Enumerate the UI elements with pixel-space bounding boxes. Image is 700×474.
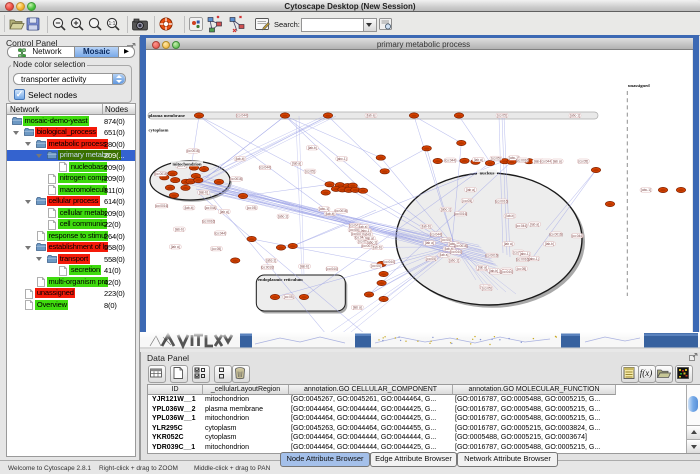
svg-text:[abc-1]: [abc-1] [529, 257, 539, 261]
svg-text:[co:05]: [co:05] [462, 199, 472, 203]
svg-text:[abc-1]: [abc-1] [570, 114, 580, 118]
svg-text:[co:05]: [co:05] [497, 114, 507, 118]
svg-text:[co:044]: [co:044] [572, 234, 583, 238]
svg-text:[lab-b]: [lab-b] [175, 227, 184, 231]
svg-text:[lab-b]: [lab-b] [199, 191, 208, 195]
svg-text:[lab-b]: [lab-b] [489, 269, 498, 273]
svg-text:cytoplasm: cytoplasm [149, 128, 169, 133]
svg-text:[lab a]: [lab a] [367, 114, 376, 118]
svg-text:[lab-b]: [lab-b] [185, 206, 194, 210]
svg-text:[lab-b]: [lab-b] [373, 246, 382, 250]
svg-text:nucleus: nucleus [480, 170, 495, 175]
svg-text:[co:0016]: [co:0016] [495, 199, 508, 203]
svg-text:plasma membrane: plasma membrane [149, 113, 185, 118]
svg-text:[co:0016]: [co:0016] [516, 258, 529, 262]
svg-text:[co:044]: [co:044] [541, 159, 552, 163]
svg-text:[abc-1]: [abc-1] [641, 188, 651, 192]
svg-text:[lab-b]: [lab-b] [505, 214, 514, 218]
svg-text:[abc-1]: [abc-1] [266, 259, 276, 263]
svg-text:[abc-1]: [abc-1] [441, 208, 451, 212]
svg-text:[lab a]: [lab a] [440, 253, 449, 257]
svg-text:[lab a]: [lab a] [425, 241, 434, 245]
svg-text:[lab-b]: [lab-b] [545, 242, 554, 246]
svg-text:[co:05]: [co:05] [482, 287, 492, 291]
svg-text:[co:0016]: [co:0016] [516, 158, 529, 162]
svg-text:f(x): f(x) [640, 368, 653, 378]
svg-text:[lab a]: [lab a] [353, 306, 362, 310]
svg-text:[abc-1]: [abc-1] [337, 157, 347, 161]
svg-text:[lab-b]: [lab-b] [308, 146, 317, 150]
svg-text:[co:044]: [co:044] [445, 158, 456, 162]
svg-text:[abc-1]: [abc-1] [319, 207, 329, 211]
svg-text:[co:05]: [co:05] [579, 159, 589, 163]
svg-text:[co:044]: [co:044] [236, 114, 247, 118]
svg-text:[lab-b]: [lab-b] [326, 212, 335, 216]
svg-text:[lab a]: [lab a] [474, 158, 483, 162]
svg-text:1:1: 1:1 [109, 21, 116, 27]
svg-text:[lab a]: [lab a] [530, 222, 539, 226]
svg-text:[co:05]: [co:05] [491, 157, 501, 161]
svg-text:[co:0016]: [co:0016] [154, 172, 167, 176]
svg-text:[co:0016]: [co:0016] [454, 212, 467, 216]
svg-text:[co:0016]: [co:0016] [186, 149, 199, 153]
svg-text:[lab a]: [lab a] [220, 210, 229, 214]
svg-text:[co:0016]: [co:0016] [261, 265, 274, 269]
svg-text:[co:044]: [co:044] [259, 166, 270, 170]
svg-text:[lab a]: [lab a] [292, 162, 301, 166]
svg-text:[abc-1]: [abc-1] [278, 215, 288, 219]
svg-text:[co:044]: [co:044] [516, 224, 527, 228]
svg-text:unassigned: unassigned [628, 83, 650, 88]
svg-text:endoplasmic reticulum: endoplasmic reticulum [258, 277, 303, 282]
svg-text:[lab-b]: [lab-b] [236, 157, 245, 161]
svg-text:[lab a]: [lab a] [504, 242, 513, 246]
svg-text:mitochondrion: mitochondrion [172, 161, 202, 166]
svg-text:[co:0016]: [co:0016] [454, 244, 467, 248]
svg-text:[co:05]: [co:05] [426, 257, 436, 261]
svg-text:[co:05]: [co:05] [284, 295, 294, 299]
svg-text:[co:05]: [co:05] [305, 170, 315, 174]
svg-text:[co:05]: [co:05] [517, 267, 527, 271]
svg-text:[co:0016]: [co:0016] [334, 209, 347, 213]
svg-text:[co:05]: [co:05] [212, 247, 222, 251]
svg-text:[co:05]: [co:05] [371, 264, 381, 268]
svg-text:[co:0016]: [co:0016] [229, 177, 242, 181]
svg-text:[lab a]: [lab a] [466, 188, 475, 192]
svg-text:[lab-b]: [lab-b] [422, 225, 431, 229]
svg-text:[co:044]: [co:044] [215, 231, 226, 235]
svg-text:[co:044]: [co:044] [205, 206, 216, 210]
svg-text:[co:05]: [co:05] [247, 206, 257, 210]
svg-text:[lab a]: [lab a] [553, 159, 562, 163]
svg-text:[co:044]: [co:044] [326, 267, 337, 271]
svg-text:[co:044]: [co:044] [501, 270, 512, 274]
svg-text:[lab a]: [lab a] [478, 266, 487, 270]
svg-text:[co:0016]: [co:0016] [202, 220, 215, 224]
svg-text:[co:0016]: [co:0016] [485, 254, 498, 258]
svg-text:[abc-1]: [abc-1] [520, 252, 530, 256]
svg-text:[abc-1]: [abc-1] [449, 259, 459, 263]
svg-text:[lab-b]: [lab-b] [300, 265, 309, 269]
svg-text:[co:044]: [co:044] [430, 232, 441, 236]
svg-text:[lab a]: [lab a] [171, 245, 180, 249]
svg-text:[co:044]: [co:044] [450, 250, 461, 254]
svg-text:[co:0016]: [co:0016] [155, 204, 168, 208]
svg-text:[co:044]: [co:044] [383, 260, 394, 264]
svg-text:[co:0016]: [co:0016] [549, 232, 562, 236]
